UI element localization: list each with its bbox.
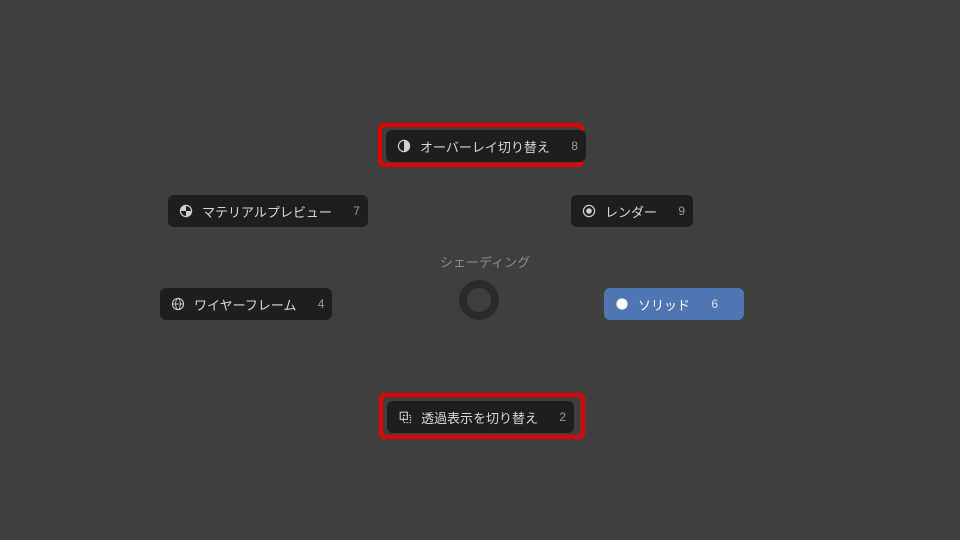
pie-item-shortcut: 4 [314, 297, 324, 311]
pie-item-label: ソリッド [638, 295, 690, 314]
pie-item-label: マテリアルプレビュー [202, 202, 332, 221]
pie-item-label: オーバーレイ切り替え [420, 137, 550, 156]
pie-item-label: ワイヤーフレーム [194, 295, 296, 314]
pie-item-toggle-overlays[interactable]: オーバーレイ切り替え 8 [386, 130, 586, 162]
pie-item-label: 透過表示を切り替え [421, 408, 538, 427]
material-icon [176, 201, 196, 221]
pie-menu-center-ring [459, 280, 499, 320]
pie-item-solid[interactable]: ソリッド 6 [604, 288, 744, 320]
wireframe-icon [168, 294, 188, 314]
pie-item-rendered[interactable]: レンダー 9 [571, 195, 693, 227]
pie-item-shortcut: 7 [350, 204, 360, 218]
rendered-icon [579, 201, 599, 221]
pie-item-toggle-xray[interactable]: 透過表示を切り替え 2 [387, 401, 574, 433]
pie-item-wireframe[interactable]: ワイヤーフレーム 4 [160, 288, 332, 320]
pie-menu-title: シェーディング [440, 252, 530, 271]
pie-item-shortcut: 6 [708, 297, 718, 311]
pie-item-material-preview[interactable]: マテリアルプレビュー 7 [168, 195, 368, 227]
pie-item-shortcut: 2 [556, 410, 566, 424]
solid-icon [612, 294, 632, 314]
pie-item-shortcut: 8 [568, 139, 578, 153]
xray-icon [395, 407, 415, 427]
pie-item-label: レンダー [605, 202, 657, 221]
pie-item-shortcut: 9 [675, 204, 685, 218]
overlay-icon [394, 136, 414, 156]
